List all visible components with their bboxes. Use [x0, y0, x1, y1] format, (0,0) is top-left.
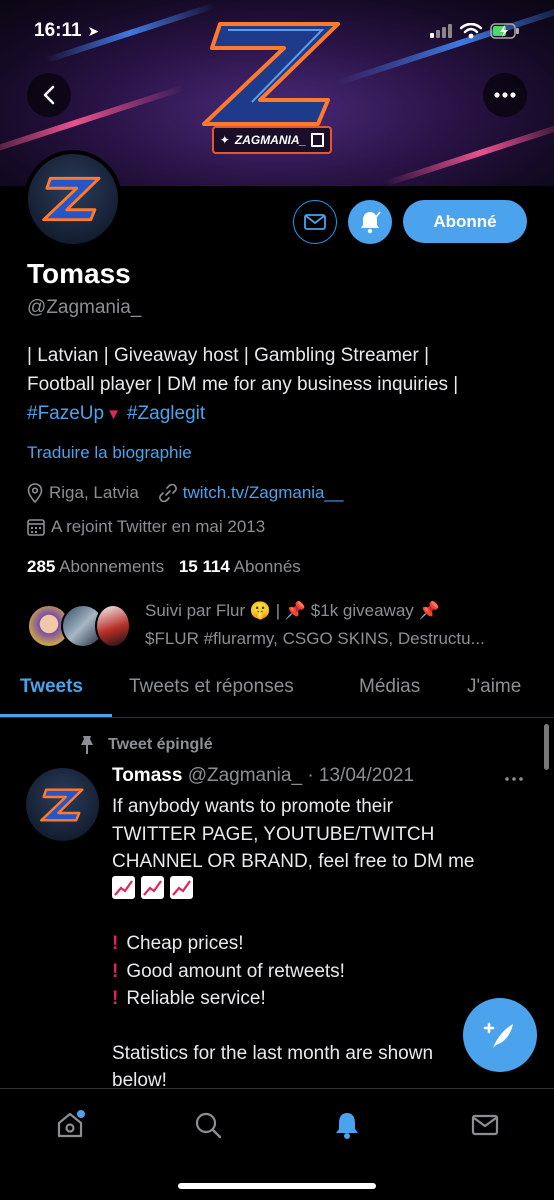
tweet-line: Statistics for the last month are shown	[112, 1042, 434, 1064]
profile-avatar[interactable]	[24, 150, 122, 248]
cellular-signal-icon	[430, 24, 452, 38]
exclamation-icon: !	[112, 933, 119, 954]
tweet-line: Reliable service!	[126, 988, 266, 1009]
zagmania-avatar-logo	[39, 787, 84, 822]
pinned-label-text: Tweet épinglé	[108, 736, 213, 753]
location-arrow-icon: ➤	[87, 22, 100, 39]
zagmania-avatar-logo	[42, 176, 101, 222]
profile-website-link[interactable]: twitch.tv/Zagmania__	[183, 483, 344, 503]
messages-icon	[471, 1114, 499, 1136]
tweet-more-button[interactable]	[505, 765, 523, 786]
more-options-button[interactable]	[483, 73, 527, 117]
nav-messages[interactable]	[465, 1105, 505, 1145]
back-button[interactable]	[27, 73, 71, 117]
status-bar: 16:11 ➤	[0, 0, 554, 62]
calendar-icon	[27, 519, 45, 536]
followers-count: 15 114	[178, 557, 230, 576]
profile-location: Riga, Latvia	[49, 483, 139, 502]
profile-tabs: Tweets Tweets et réponses Médias J'aime	[0, 666, 554, 718]
bell-icon	[361, 211, 381, 234]
followed-by-text: Suivi par Flur 🤫 | 📌 $1k giveaway 📌 $FLU…	[145, 597, 535, 653]
tweet-header: Tomass @Zagmania_ · 13/04/2021	[112, 765, 414, 787]
home-icon	[57, 1110, 85, 1138]
twitter-bird-icon: ✦	[219, 133, 230, 147]
tab-tweets[interactable]: Tweets	[20, 676, 83, 698]
hashtag-link[interactable]: #FazeUp	[27, 403, 104, 424]
tweet-author-name[interactable]: Tomass	[112, 765, 182, 786]
followed-by-line: Suivi par Flur 🤫 | 📌 $1k giveaway 📌	[145, 601, 440, 620]
more-icon	[505, 777, 523, 781]
followers-count-link[interactable]: 15 114 Abonnés	[179, 557, 301, 576]
tweet-line: If anybody wants to promote their	[112, 796, 393, 817]
tweet-date: 13/04/2021	[318, 765, 415, 786]
nav-search[interactable]	[188, 1105, 228, 1145]
followers-label: Abonnés	[233, 557, 301, 576]
tweet-separator: ·	[307, 765, 314, 786]
profile-handle: @Zagmania_	[27, 297, 142, 318]
pinned-tweet-label: Tweet épinglé	[78, 735, 213, 755]
exclamation-icon: !	[112, 960, 119, 982]
chart-increasing-icon	[141, 875, 164, 899]
nav-notifications[interactable]	[327, 1105, 367, 1145]
wifi-icon	[460, 23, 482, 39]
followed-by-row[interactable]: Suivi par Flur 🤫 | 📌 $1k giveaway 📌 $FLU…	[27, 597, 537, 653]
mail-icon	[304, 214, 326, 230]
tweet-author-handle: @Zagmania_	[187, 765, 303, 786]
exclamation-icon: !	[112, 988, 119, 1009]
location-row: Riga, Latvia twitch.tv/Zagmania__	[27, 483, 343, 503]
follow-counts: 285 Abonnements 15 114 Abonnés	[27, 557, 301, 577]
following-count: 285	[27, 557, 56, 576]
link-icon	[158, 484, 177, 502]
tab-tweets-replies[interactable]: Tweets et réponses	[129, 676, 294, 698]
tweet-line: TWITTER PAGE, YOUTUBE/TWITCH	[112, 823, 435, 845]
translate-bio-link[interactable]: Traduire la biographie	[27, 443, 192, 463]
battery-charging-icon	[490, 23, 519, 39]
chart-increasing-icon	[112, 875, 135, 899]
chart-increasing-icon	[170, 875, 193, 899]
tab-media[interactable]: Médias	[359, 676, 420, 698]
active-tab-indicator	[0, 714, 112, 717]
follower-avatar	[95, 604, 131, 648]
joined-row: A rejoint Twitter en mai 2013	[27, 517, 265, 537]
banner-social-tag: ✦ ZAGMANIA_	[212, 126, 332, 154]
tweet-author-avatar[interactable]	[26, 768, 99, 841]
tweet-line: Cheap prices!	[126, 933, 244, 954]
scrollbar[interactable]	[544, 724, 549, 770]
compose-tweet-button[interactable]	[463, 998, 537, 1072]
more-icon	[494, 92, 516, 98]
following-count-link[interactable]: 285 Abonnements	[27, 557, 164, 576]
twitch-icon	[311, 133, 325, 147]
search-icon	[195, 1112, 222, 1139]
chart-emoji-row	[112, 875, 512, 904]
compose-icon	[483, 1022, 513, 1048]
bio-line: | Latvian | Giveaway host | Gambling Str…	[27, 345, 430, 366]
tab-likes[interactable]: J'aime	[467, 676, 521, 698]
pin-icon	[81, 736, 93, 754]
home-indicator[interactable]	[178, 1183, 376, 1189]
status-time: 16:11	[34, 20, 82, 41]
location-icon	[27, 483, 43, 503]
profile-bio: | Latvian | Giveaway host | Gambling Str…	[27, 341, 537, 429]
message-button[interactable]	[293, 200, 337, 244]
profile-name: Tomass	[27, 258, 131, 289]
followed-by-line: $FLUR #flurarmy, CSGO SKINS, Destructu..…	[145, 629, 485, 648]
faze-logo-icon: ▼	[106, 406, 121, 423]
tweet-line: CHANNEL OR BRAND, feel free to DM me	[112, 851, 475, 872]
tweet-text: If anybody wants to promote their TWITTE…	[112, 793, 512, 1095]
notifications-icon	[336, 1113, 358, 1139]
following-label: Abonnements	[59, 557, 165, 576]
notifications-toggle-button[interactable]	[348, 200, 392, 244]
back-icon	[43, 85, 55, 105]
following-button[interactable]: Abonné	[403, 200, 527, 243]
nav-home[interactable]	[50, 1105, 90, 1145]
tweet-line: Good amount of retweets!	[126, 960, 345, 982]
profile-join-date: A rejoint Twitter en mai 2013	[51, 517, 266, 536]
bio-line: Football player | DM me for any business…	[27, 374, 459, 395]
banner-tag-text: ZAGMANIA_	[234, 133, 307, 147]
hashtag-link[interactable]: #Zaglegit	[127, 403, 205, 424]
